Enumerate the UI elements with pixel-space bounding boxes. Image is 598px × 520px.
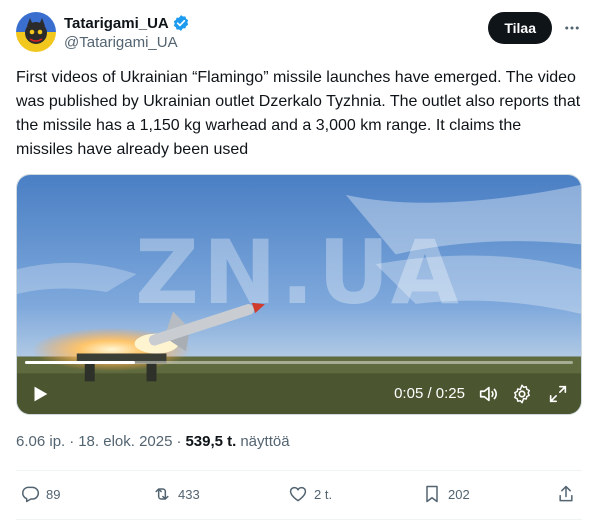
author-info: Tatarigami_UA @Tatarigami_UA bbox=[64, 13, 190, 51]
reply-icon bbox=[22, 486, 40, 503]
action-bar: 89 433 2 t. 202 bbox=[16, 472, 582, 518]
tweet-meta: 6.06 ip. · 18. elok. 2025 · 539,5 t. näy… bbox=[16, 433, 290, 450]
bookmark-icon bbox=[426, 485, 438, 503]
divider bbox=[16, 470, 582, 471]
video-progress-fill bbox=[25, 361, 135, 364]
share-button[interactable] bbox=[556, 484, 576, 504]
meta-separator: · bbox=[69, 433, 75, 450]
share-icon bbox=[559, 485, 573, 502]
settings-gear-icon[interactable] bbox=[511, 383, 533, 405]
like-button[interactable]: 2 t. bbox=[288, 484, 332, 504]
repost-button[interactable]: 433 bbox=[152, 484, 200, 504]
tweet-text: First videos of Ukrainian “Flamingo” mis… bbox=[16, 69, 581, 158]
volume-icon[interactable] bbox=[477, 383, 499, 405]
bookmark-count: 202 bbox=[448, 486, 470, 502]
author-handle[interactable]: @Tatarigami_UA bbox=[64, 34, 190, 51]
heart-icon bbox=[289, 486, 307, 502]
reply-button[interactable]: 89 bbox=[20, 484, 60, 504]
tweet-date[interactable]: 18. elok. 2025 bbox=[78, 433, 172, 450]
bookmark-button[interactable]: 202 bbox=[422, 484, 470, 504]
video-progress-bar[interactable] bbox=[25, 361, 573, 364]
tweet-time[interactable]: 6.06 ip. bbox=[16, 433, 65, 450]
video-time: 0:05 / 0:25 bbox=[394, 385, 465, 402]
reply-count: 89 bbox=[46, 486, 61, 502]
tweet-header: Tatarigami_UA @Tatarigami_UA Tilaa bbox=[16, 12, 582, 54]
more-options-icon[interactable] bbox=[562, 18, 582, 38]
like-count: 2 t. bbox=[314, 486, 333, 502]
repost-icon bbox=[155, 488, 169, 500]
video-player[interactable]: ZN.UA 0:05 / 0:25 bbox=[16, 174, 582, 415]
subscribe-button[interactable]: Tilaa bbox=[488, 12, 552, 44]
verified-badge-icon[interactable] bbox=[172, 14, 190, 32]
video-watermark: ZN.UA bbox=[135, 221, 463, 324]
views-count: 539,5 t. bbox=[185, 433, 237, 450]
avatar-cat-emblem-icon bbox=[16, 12, 56, 52]
fullscreen-icon[interactable] bbox=[547, 383, 569, 405]
play-icon[interactable] bbox=[29, 383, 51, 405]
avatar[interactable] bbox=[16, 12, 56, 52]
repost-count: 433 bbox=[178, 486, 200, 502]
author-display-name[interactable]: Tatarigami_UA bbox=[64, 15, 169, 32]
views-label: näyttöä bbox=[240, 433, 290, 450]
meta-separator: · bbox=[176, 433, 182, 450]
